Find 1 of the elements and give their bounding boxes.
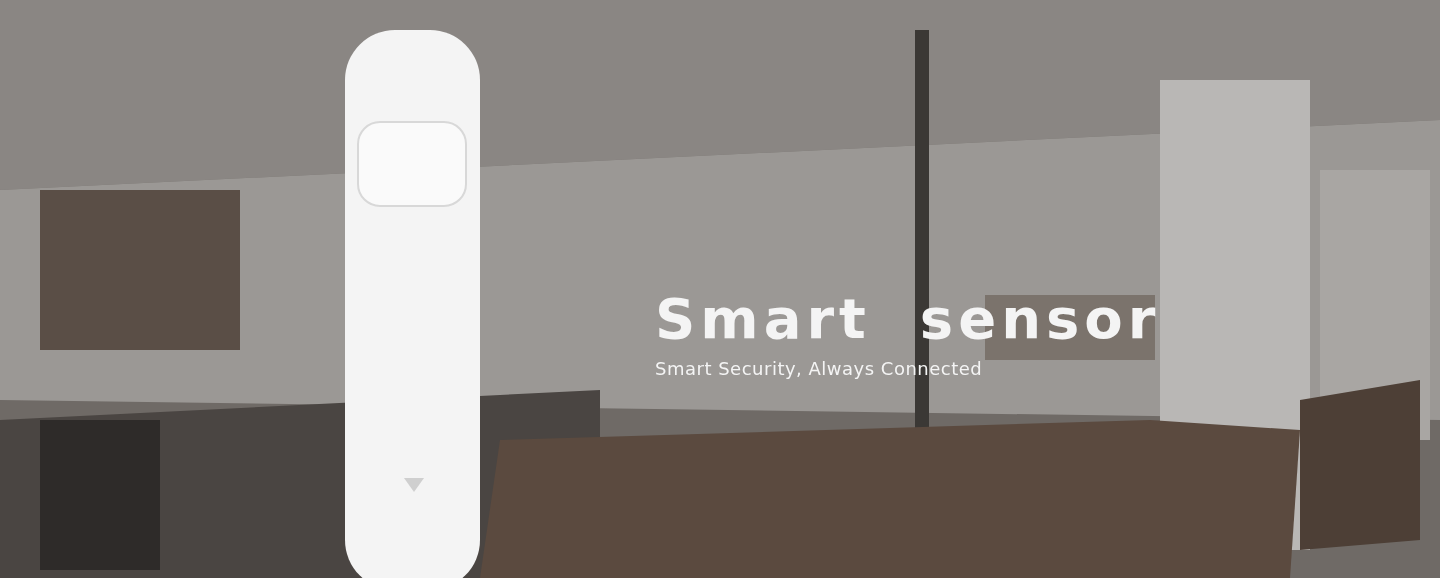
banner-title: Smart sensor [655,285,1161,353]
